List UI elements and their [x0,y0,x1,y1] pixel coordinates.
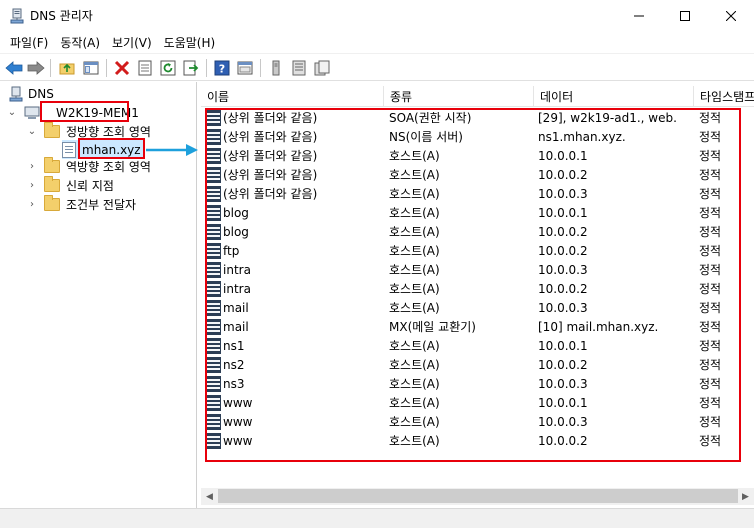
toolbar-separator [50,59,51,77]
dns-manager-icon [9,86,23,101]
folder-icon [44,176,60,192]
scroll-thumb[interactable] [218,489,738,503]
folder-icon [44,157,60,173]
chevron-right-icon[interactable]: › [26,161,38,172]
menu-view[interactable]: 보기(V) [106,32,158,53]
forward-arrow-icon [27,61,45,75]
folder-icon [44,195,60,211]
chevron-down-icon[interactable]: ⌄ [6,107,18,118]
folder-icon [44,122,60,138]
console-button[interactable] [235,58,255,78]
back-button[interactable] [4,58,24,78]
window-title: DNS 관리자 [30,9,93,23]
column-header-data[interactable]: 데이터 [534,86,694,107]
toolbar: ? [0,53,754,81]
column-header-type[interactable]: 종류 [384,86,534,107]
records-highlight-box [205,108,741,462]
chevron-right-icon[interactable]: › [26,180,38,191]
tree-reverse-lookup-zones[interactable]: › 역방향 조회 영역 [26,157,151,176]
forward-button[interactable] [26,58,46,78]
show-hide-tree-button[interactable] [81,58,101,78]
up-folder-icon [59,63,75,75]
back-arrow-icon [5,61,23,75]
copy-icon [314,60,330,76]
server-highlight-box [40,101,129,122]
list-header: 이름 종류 데이터 타임스탬프 [201,86,754,107]
close-icon [726,10,736,21]
delete-button[interactable] [112,58,132,78]
list-button[interactable] [289,58,309,78]
svg-text:?: ? [219,63,225,76]
menu-action[interactable]: 동작(A) [54,32,106,53]
console-tree: DNS ⌄ W2K19-MEM1 ⌄ 정방향 조회 영역 mhan.xyz › … [0,82,198,528]
menu-bar: 파일(F) 동작(A) 보기(V) 도움말(H) [0,31,754,53]
export-list-icon [183,60,199,76]
chevron-down-icon[interactable]: ⌄ [26,126,38,137]
maximize-button[interactable] [662,0,708,31]
help-icon: ? [214,60,230,76]
column-header-name[interactable]: 이름 [201,86,384,107]
list-icon [292,60,306,76]
minimize-button[interactable] [616,0,662,31]
zone-icon [62,141,76,158]
server-button[interactable] [266,58,286,78]
console-icon [237,61,253,75]
tree-label: 신뢰 지점 [66,179,114,193]
chevron-right-icon[interactable]: › [26,199,38,210]
column-header-timestamp[interactable]: 타임스탬프 [694,86,754,107]
toolbar-separator [106,59,107,77]
menu-help[interactable]: 도움말(H) [158,32,222,53]
tree-label: 역방향 조회 영역 [66,160,151,174]
refresh-icon [160,60,176,76]
tree-label: DNS [28,86,54,101]
tree-label: 조건부 전달자 [66,198,137,212]
minimize-icon [634,15,644,16]
scroll-left-icon[interactable]: ◀ [201,488,218,505]
tree-trust-points[interactable]: › 신뢰 지점 [26,176,114,195]
arrow-icon [146,144,198,156]
tree-conditional-forwarders[interactable]: › 조건부 전달자 [26,195,136,214]
copy-button[interactable] [312,58,332,78]
dns-manager-icon [10,8,24,24]
maximize-icon [680,10,690,21]
help-button[interactable]: ? [212,58,232,78]
refresh-button[interactable] [158,58,178,78]
export-list-button[interactable] [181,58,201,78]
server-icon [24,106,40,119]
server-icon [272,60,280,76]
close-button[interactable] [708,0,754,31]
show-hide-tree-icon [83,61,99,75]
toolbar-separator [206,59,207,77]
title-bar: DNS 관리자 [0,0,754,31]
delete-icon [114,60,130,76]
menu-file[interactable]: 파일(F) [4,32,54,53]
horizontal-scrollbar[interactable]: ◀ ▶ [201,488,754,505]
status-bar [0,508,754,528]
scroll-right-icon[interactable]: ▶ [737,488,754,505]
zone-highlight-box [78,138,145,159]
toolbar-separator [260,59,261,77]
properties-icon [138,60,152,76]
up-one-level-button[interactable] [57,58,77,78]
properties-button[interactable] [135,58,155,78]
